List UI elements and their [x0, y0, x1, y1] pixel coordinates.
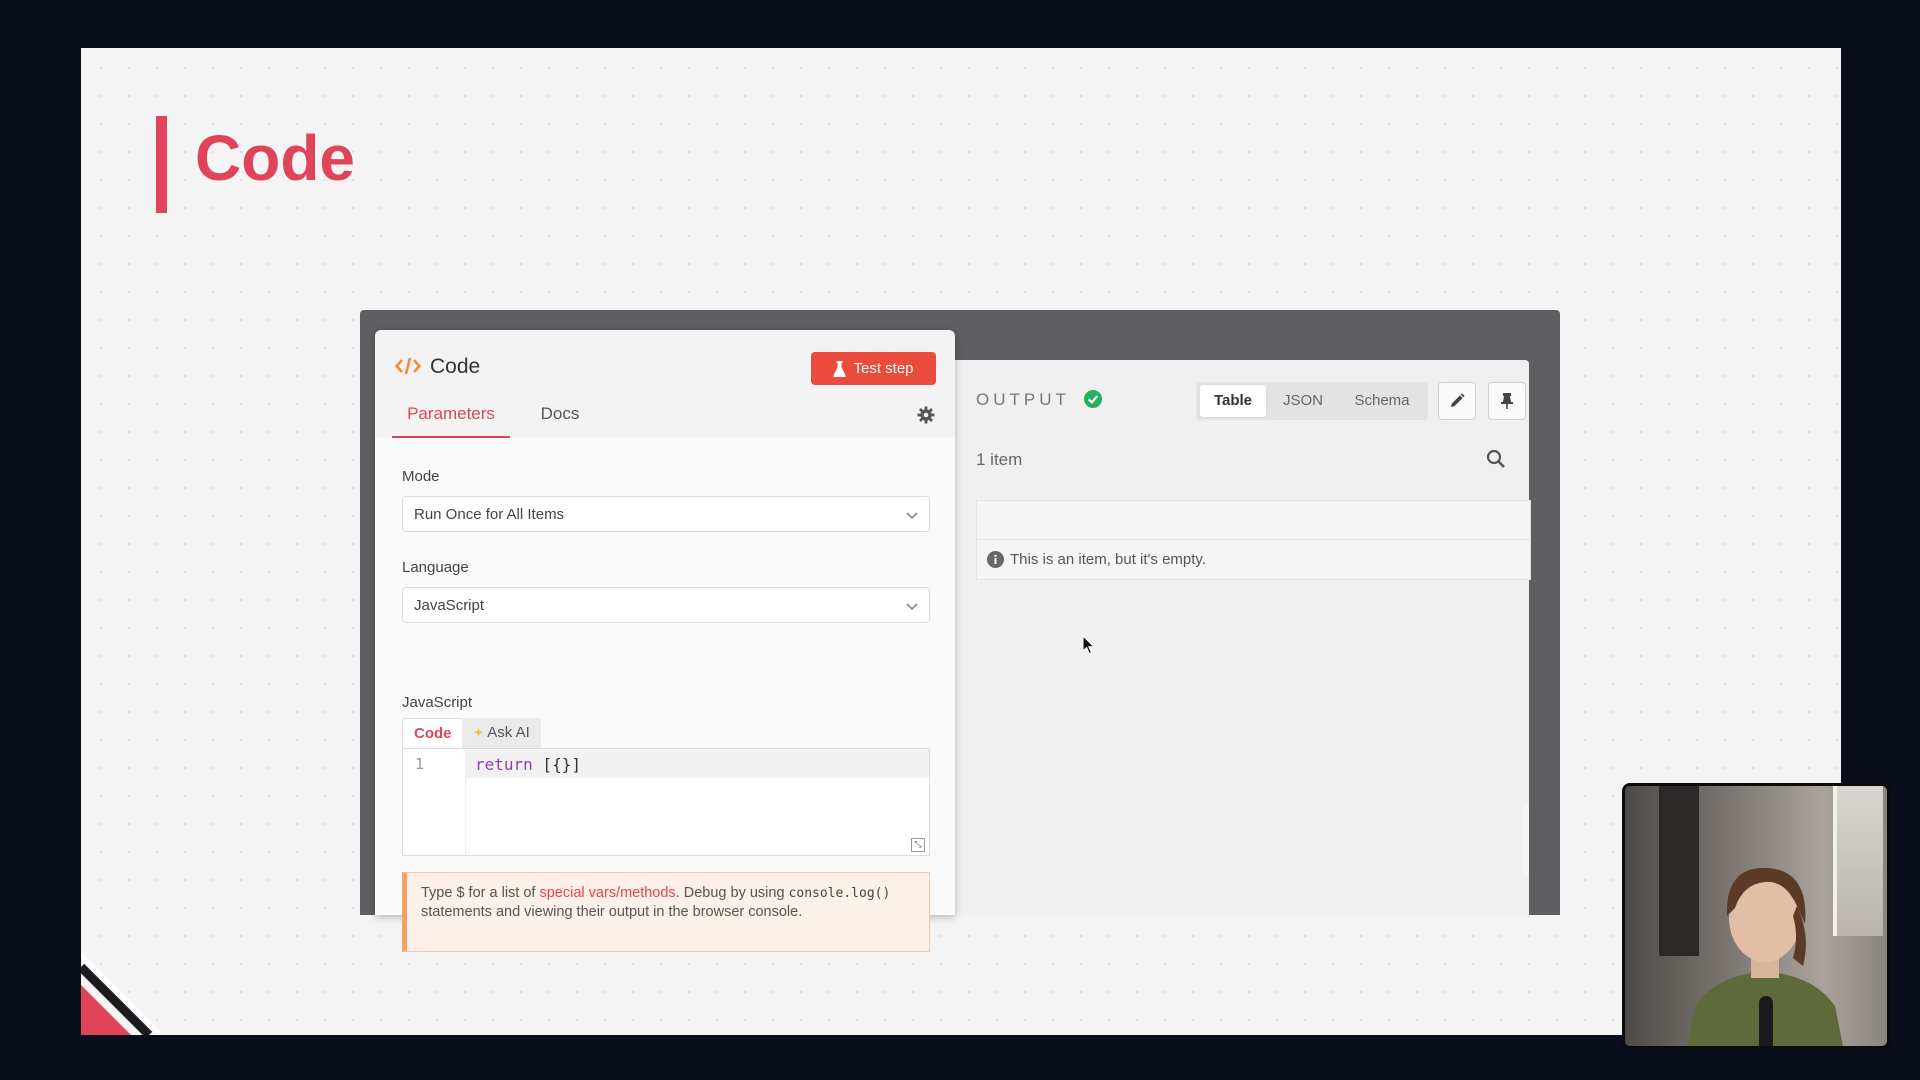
code-line: return [{}] — [475, 755, 581, 774]
language-select[interactable]: JavaScript — [402, 587, 930, 623]
cursor-icon — [1082, 635, 1096, 655]
empty-item-message: This is an item, but it's empty. — [1010, 551, 1206, 568]
view-schema[interactable]: Schema — [1338, 382, 1426, 420]
line-number: 1 — [415, 755, 425, 773]
editor-tab-code[interactable]: Code — [402, 718, 464, 749]
special-vars-link[interactable]: special vars/methods — [539, 885, 675, 901]
check-circle-icon — [1084, 390, 1102, 408]
parameters-form: Mode Run Once for All Items Language Jav… — [375, 438, 955, 952]
empty-item-box: This is an item, but it's empty. — [976, 500, 1531, 580]
chevron-down-icon — [906, 512, 918, 520]
code-rest: [{}] — [532, 755, 581, 774]
hint-suffix: statements and viewing their output in t… — [421, 904, 803, 920]
hint-code: console.log() — [788, 886, 891, 901]
hint-prefix: Type $ for a list of — [421, 885, 540, 901]
info-icon — [987, 551, 1004, 568]
pencil-icon — [1451, 393, 1465, 407]
test-step-button[interactable]: Test step — [811, 352, 936, 385]
test-step-label: Test step — [853, 360, 914, 377]
webcam-person — [1687, 867, 1843, 1046]
edit-output-button[interactable] — [1438, 382, 1476, 420]
editor-tab-ask-ai[interactable]: ✦ Ask AI — [462, 718, 541, 748]
tab-docs[interactable]: Docs — [525, 400, 595, 436]
language-value: JavaScript — [414, 597, 485, 614]
code-editor[interactable]: 1 return [{}] ⤡ — [402, 748, 930, 856]
node-title: Code — [430, 355, 481, 378]
code-keyword: return — [475, 755, 533, 774]
hint-callout: Type $ for a list of special vars/method… — [402, 872, 930, 952]
n8n-node-editor: OUTPUT Table JSON Schema 1 item This is … — [360, 310, 1560, 952]
output-view-switcher: Table JSON Schema — [1196, 382, 1428, 420]
output-panel: OUTPUT Table JSON Schema 1 item This is … — [954, 360, 1531, 915]
flask-icon — [833, 360, 846, 377]
gear-icon[interactable] — [917, 406, 935, 424]
code-icon — [395, 357, 421, 375]
resize-icon[interactable]: ⤡ — [911, 838, 925, 852]
line-gutter — [403, 749, 466, 855]
node-tabs: Parameters Docs — [375, 400, 955, 439]
ask-ai-label: Ask AI — [487, 724, 530, 741]
hint-middle: . Debug by using — [675, 885, 789, 901]
search-icon[interactable] — [1486, 449, 1506, 469]
mode-value: Run Once for All Items — [414, 506, 565, 523]
sparkle-icon: ✦ — [473, 725, 484, 740]
webcam-overlay — [1622, 783, 1890, 1049]
mode-label: Mode — [402, 468, 440, 485]
corner-stripes-decoration — [81, 955, 161, 1035]
item-count: 1 item — [976, 450, 1023, 469]
language-label: Language — [402, 559, 469, 576]
view-json[interactable]: JSON — [1270, 382, 1336, 420]
javascript-label: JavaScript — [402, 694, 473, 711]
pin-icon — [1501, 393, 1513, 409]
pin-output-button[interactable] — [1488, 382, 1526, 420]
tab-parameters[interactable]: Parameters — [392, 400, 510, 439]
view-table[interactable]: Table — [1199, 384, 1267, 418]
title-accent-bar — [156, 116, 167, 213]
empty-item-header — [977, 501, 1530, 540]
node-header: Code Test step Parameters Docs — [375, 330, 955, 439]
mode-select[interactable]: Run Once for All Items — [402, 496, 930, 532]
chevron-down-icon — [906, 603, 918, 611]
slide-title: Code — [195, 122, 355, 194]
output-label: OUTPUT — [976, 390, 1070, 409]
code-node-panel: Code Test step Parameters Docs Mode Run … — [375, 330, 955, 952]
